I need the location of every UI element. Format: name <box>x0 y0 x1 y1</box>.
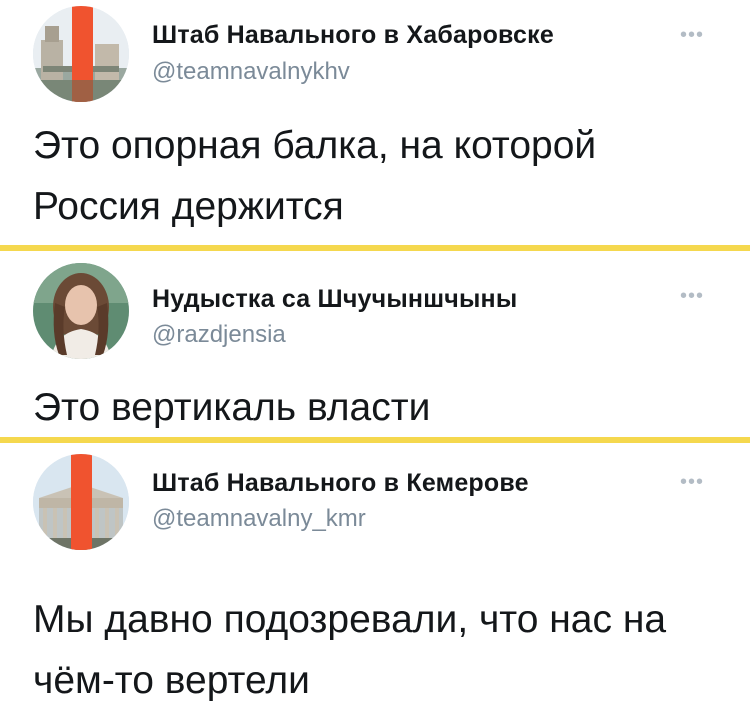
tweet-text-line-2: чём-то вертели <box>33 659 310 702</box>
tweet-3: Штаб Навального в Кемерове @teamnavalny_… <box>0 443 750 718</box>
avatar-theatre-image <box>33 454 129 550</box>
avatar-portrait-image <box>33 263 129 359</box>
author-handle[interactable]: @razdjensia <box>152 321 286 349</box>
avatar[interactable] <box>33 263 129 359</box>
more-dots-icon[interactable]: ••• <box>680 472 704 492</box>
author-name[interactable]: Штаб Навального в Хабаровске <box>152 21 554 50</box>
avatar[interactable] <box>33 454 129 550</box>
more-dots-icon[interactable]: ••• <box>680 286 704 306</box>
tweet-text-line-1: Это опорная балка, на которой <box>33 124 597 167</box>
avatar[interactable] <box>33 6 129 102</box>
tweet-text-line-1: Это вертикаль власти <box>33 386 431 429</box>
tweet-2: Нудыстка са Шчучыншчыны @razdjensia ••• … <box>0 251 750 438</box>
author-handle[interactable]: @teamnavalny_kmr <box>152 505 366 533</box>
tweet-text-line-2: Россия держится <box>33 185 344 228</box>
tweet-text-line-1: Мы давно подозревали, что нас на <box>33 598 667 641</box>
more-dots-icon[interactable]: ••• <box>680 25 704 45</box>
author-name[interactable]: Штаб Навального в Кемерове <box>152 469 529 498</box>
author-name[interactable]: Нудыстка са Шчучыншчыны <box>152 285 517 314</box>
avatar-building-image <box>33 6 129 102</box>
tweet-1: Штаб Навального в Хабаровске @teamnavaln… <box>0 0 750 245</box>
author-handle[interactable]: @teamnavalnykhv <box>152 58 350 86</box>
